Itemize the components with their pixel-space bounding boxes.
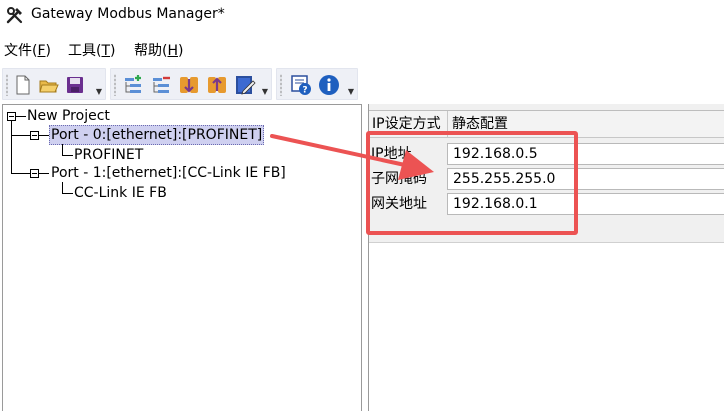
tree-item-profinet[interactable]: PROFINET	[74, 146, 143, 164]
toolbar: ▼ ▼ ? ▼	[0, 66, 724, 102]
collapse-toggle-root[interactable]	[7, 112, 16, 121]
tree-item-port0[interactable]: Port - 0:[ethernet]:[PROFINET]	[49, 125, 265, 145]
tree-connector	[62, 144, 63, 155]
help-icon[interactable]: ?	[289, 73, 313, 97]
open-folder-icon[interactable]	[37, 73, 61, 97]
collapse-toggle-port0[interactable]	[30, 131, 39, 140]
menu-help[interactable]: 帮助(H)	[134, 40, 183, 60]
collapse-toggle-port1[interactable]	[30, 169, 39, 178]
app-window: Gateway Modbus Manager* 文件(F) 工具(T) 帮助(H…	[0, 0, 724, 411]
toolbar-overflow-icon[interactable]: ▼	[347, 87, 355, 97]
tree-connector	[16, 116, 26, 117]
tree-item-port1[interactable]: Port - 1:[ethernet]:[CC-Link IE FB]	[51, 164, 286, 182]
menu-bar: 文件(F) 工具(T) 帮助(H)	[0, 36, 724, 62]
toolbar-group-edit: ▼	[110, 68, 272, 100]
menu-tools[interactable]: 工具(T)	[68, 40, 116, 60]
toolbar-grip[interactable]	[114, 74, 116, 96]
tree-connector	[62, 193, 73, 194]
toolbar-grip[interactable]	[280, 74, 282, 96]
hammer-wrench-icon	[6, 7, 23, 24]
tree-connector	[11, 121, 12, 173]
remove-node-icon[interactable]	[149, 73, 173, 97]
edit-icon[interactable]	[233, 73, 257, 97]
tree-item-cclink[interactable]: CC-Link IE FB	[74, 184, 167, 202]
add-node-icon[interactable]	[121, 73, 145, 97]
toolbar-grip[interactable]	[6, 74, 8, 96]
toolbar-overflow-icon[interactable]: ▼	[95, 87, 103, 97]
toolbar-overflow-icon[interactable]: ▼	[261, 87, 269, 97]
tree-connector	[39, 173, 49, 174]
property-empty-area	[369, 242, 724, 411]
project-tree: New Project Port - 0:[ethernet]:[PROFINE…	[2, 104, 362, 411]
new-file-icon[interactable]	[11, 73, 35, 97]
save-icon[interactable]	[63, 73, 87, 97]
tree-connector	[62, 155, 73, 156]
import-icon[interactable]	[177, 73, 201, 97]
annotation-highlight-box	[366, 131, 578, 235]
menu-file[interactable]: 文件(F)	[4, 40, 51, 60]
window-title: Gateway Modbus Manager*	[31, 6, 225, 22]
tree-connector	[62, 182, 63, 193]
toolbar-group-help: ? ▼	[276, 68, 358, 100]
tree-root-label[interactable]: New Project	[27, 107, 110, 125]
title-bar: Gateway Modbus Manager*	[0, 0, 724, 32]
svg-text:?: ?	[302, 86, 307, 96]
tree-connector	[39, 135, 49, 136]
info-icon[interactable]	[317, 73, 341, 97]
toolbar-group-file: ▼	[2, 68, 106, 100]
export-icon[interactable]	[205, 73, 229, 97]
